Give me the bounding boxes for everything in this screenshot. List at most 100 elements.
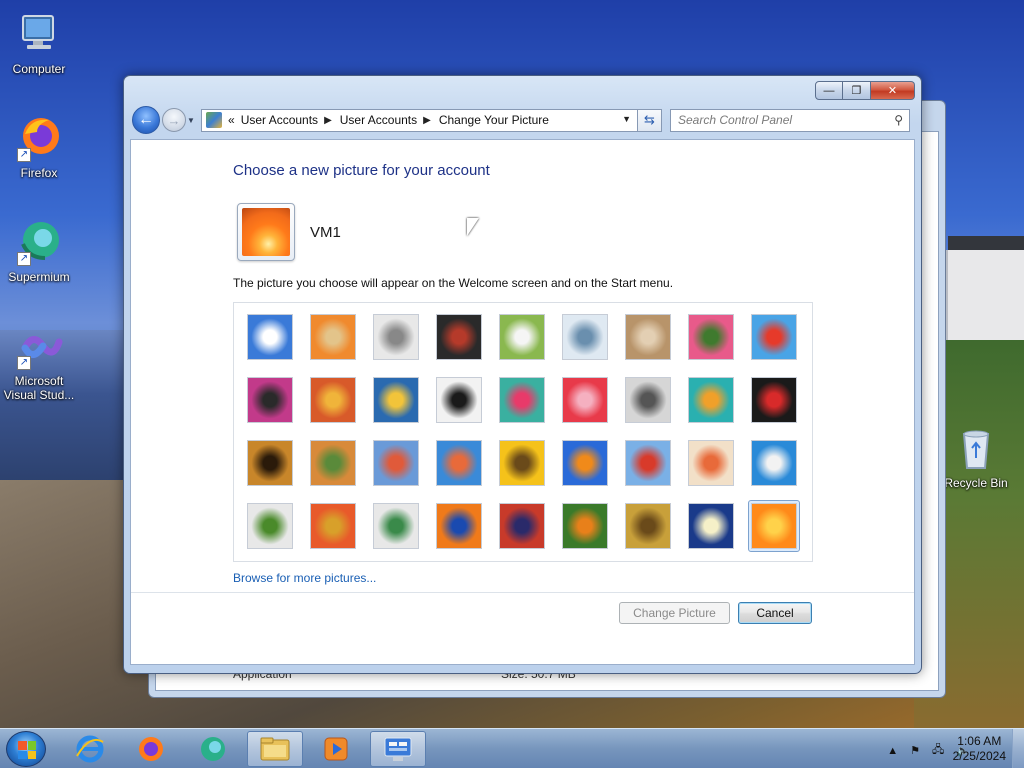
change-picture-button[interactable]: Change Picture <box>619 602 730 624</box>
picture-option-lucky-cat[interactable] <box>496 311 548 363</box>
jacks-thumbnail <box>625 377 671 423</box>
orange-flower-thumbnail <box>751 503 797 549</box>
starfish-thumbnail <box>310 314 356 360</box>
picture-option-rug[interactable] <box>496 500 548 552</box>
breadcrumb-change-your-picture[interactable]: Change Your Picture <box>439 113 549 127</box>
supermium-icon: ↗ <box>15 218 63 266</box>
picture-option-lighthouse[interactable] <box>685 500 737 552</box>
desktop-icon-firefox[interactable]: ↗ Firefox <box>0 114 78 180</box>
picture-option-dog[interactable] <box>433 374 485 426</box>
recent-pages-dropdown[interactable]: ▼ <box>187 116 197 125</box>
control-panel-icon <box>206 112 222 128</box>
picture-option-paper-star[interactable] <box>559 374 611 426</box>
desktop-icon-visual-studio[interactable]: ↗ Microsoft Visual Stud... <box>0 322 78 402</box>
picture-option-ferris-wheel[interactable] <box>748 311 800 363</box>
picture-option-sailboat[interactable] <box>748 437 800 489</box>
picture-option-fabric[interactable] <box>307 374 359 426</box>
basket-thumbnail <box>625 503 671 549</box>
taskbar-clock[interactable]: 1:06 AM 2/25/2024 <box>953 734 1006 764</box>
close-button[interactable]: ✕ <box>871 81 915 100</box>
address-bar[interactable]: « User Accounts ▶ User Accounts ▶ Change… <box>201 108 638 132</box>
back-arrow-icon: ← <box>138 111 154 128</box>
desktop-icon-label: Computer <box>12 62 66 76</box>
picture-option-kitten[interactable] <box>622 311 674 363</box>
content-pane: Choose a new picture for your account VM… <box>130 139 915 665</box>
picture-option-textile[interactable] <box>433 437 485 489</box>
roller-coaster-thumbnail <box>247 314 293 360</box>
cancel-button[interactable]: Cancel <box>738 602 812 624</box>
spinning-top-thumbnail <box>562 314 608 360</box>
record-player-thumbnail <box>436 314 482 360</box>
maximize-button[interactable]: ❐ <box>843 81 871 100</box>
refresh-button[interactable]: ⇆ <box>638 108 662 132</box>
internet-explorer-icon <box>76 735 104 763</box>
paper-crane-thumbnail <box>751 377 797 423</box>
forward-button[interactable]: → <box>162 108 186 132</box>
picture-option-fabric-stripes[interactable] <box>307 500 359 552</box>
guitar-thumbnail <box>247 440 293 486</box>
rug-thumbnail <box>499 503 545 549</box>
picture-option-robot-toy[interactable] <box>370 311 422 363</box>
window-frame-thumbnail <box>436 503 482 549</box>
picture-option-spinning-top[interactable] <box>559 311 611 363</box>
picture-option-starfish[interactable] <box>307 311 359 363</box>
picture-option-stairs[interactable] <box>685 374 737 426</box>
fabric-thumbnail <box>310 377 356 423</box>
picture-option-ball[interactable] <box>244 374 296 426</box>
picture-option-orange-flower[interactable] <box>748 500 800 552</box>
minimize-button[interactable]: — <box>815 81 843 100</box>
picture-option-jacks[interactable] <box>622 374 674 426</box>
picture-option-puppy[interactable] <box>307 437 359 489</box>
search-box[interactable]: ⚲ <box>670 108 910 132</box>
taskbar-item-control-panel[interactable] <box>370 731 426 767</box>
taskbar-item-firefox[interactable] <box>123 731 179 767</box>
search-icon[interactable]: ⚲ <box>894 113 903 127</box>
picture-option-paper-crane[interactable] <box>748 374 800 426</box>
picture-option-crayons[interactable] <box>496 374 548 426</box>
start-button[interactable] <box>6 731 46 767</box>
picture-option-basket[interactable] <box>622 500 674 552</box>
taskbar-item-media-player[interactable] <box>308 731 364 767</box>
taskbar-item-internet-explorer[interactable] <box>62 731 118 767</box>
mouse-cursor-icon <box>467 218 479 236</box>
firefox-icon <box>139 737 163 761</box>
picture-option-window-frame[interactable] <box>433 500 485 552</box>
taskbar-item-file-explorer[interactable] <box>247 731 303 767</box>
account-username: VM1 <box>310 224 341 241</box>
picture-option-guitar[interactable] <box>244 437 296 489</box>
picture-option-doll[interactable] <box>685 437 737 489</box>
browse-more-pictures-link[interactable]: Browse for more pictures... <box>233 571 376 585</box>
windows-logo-icon <box>18 741 36 759</box>
picture-option-toy-robot[interactable] <box>370 437 422 489</box>
picture-option-butterfly[interactable] <box>559 500 611 552</box>
back-button[interactable]: ← <box>132 106 160 134</box>
breadcrumb-user-accounts-sub[interactable]: User Accounts <box>340 113 417 127</box>
show-hidden-icons-chevron-icon[interactable]: ▲ <box>887 745 898 757</box>
taskbar-item-supermium[interactable] <box>185 731 241 767</box>
picture-option-sunflower[interactable] <box>496 437 548 489</box>
picture-grid-frame <box>233 302 813 562</box>
network-icon[interactable]: 🖧 <box>932 741 944 760</box>
address-dropdown-icon[interactable]: ▼ <box>622 114 631 124</box>
picture-option-soccer-ball[interactable] <box>244 500 296 552</box>
picture-option-roller-coaster[interactable] <box>244 311 296 363</box>
desktop-icon-computer[interactable]: Computer <box>0 10 78 76</box>
chevron-right-icon[interactable]: ▶ <box>423 115 431 126</box>
show-desktop-button[interactable] <box>1012 729 1024 768</box>
action-center-flag-icon[interactable]: ⚑ <box>910 744 920 757</box>
search-input[interactable] <box>678 113 878 127</box>
chevron-right-icon[interactable]: ▶ <box>324 115 332 126</box>
desktop-icon-supermium[interactable]: ↗ Supermium <box>0 218 78 284</box>
picture-option-record-player[interactable] <box>433 311 485 363</box>
desktop-icon-recycle-bin[interactable]: Recycle Bin <box>936 424 1016 490</box>
change-picture-window[interactable]: — ❐ ✕ ← → ▼ « User Accounts ▶ User Accou… <box>123 75 922 674</box>
picture-option-marbles[interactable] <box>370 500 422 552</box>
picture-option-pink-flower[interactable] <box>685 311 737 363</box>
breadcrumb-user-accounts[interactable]: User Accounts <box>241 113 318 127</box>
picture-option-fish[interactable] <box>559 437 611 489</box>
picture-option-hot-air-balloon[interactable] <box>622 437 674 489</box>
computer-icon <box>15 10 63 58</box>
picture-option-leaf[interactable] <box>370 374 422 426</box>
breadcrumb-overflow[interactable]: « <box>228 113 235 127</box>
soccer-ball-thumbnail <box>247 503 293 549</box>
